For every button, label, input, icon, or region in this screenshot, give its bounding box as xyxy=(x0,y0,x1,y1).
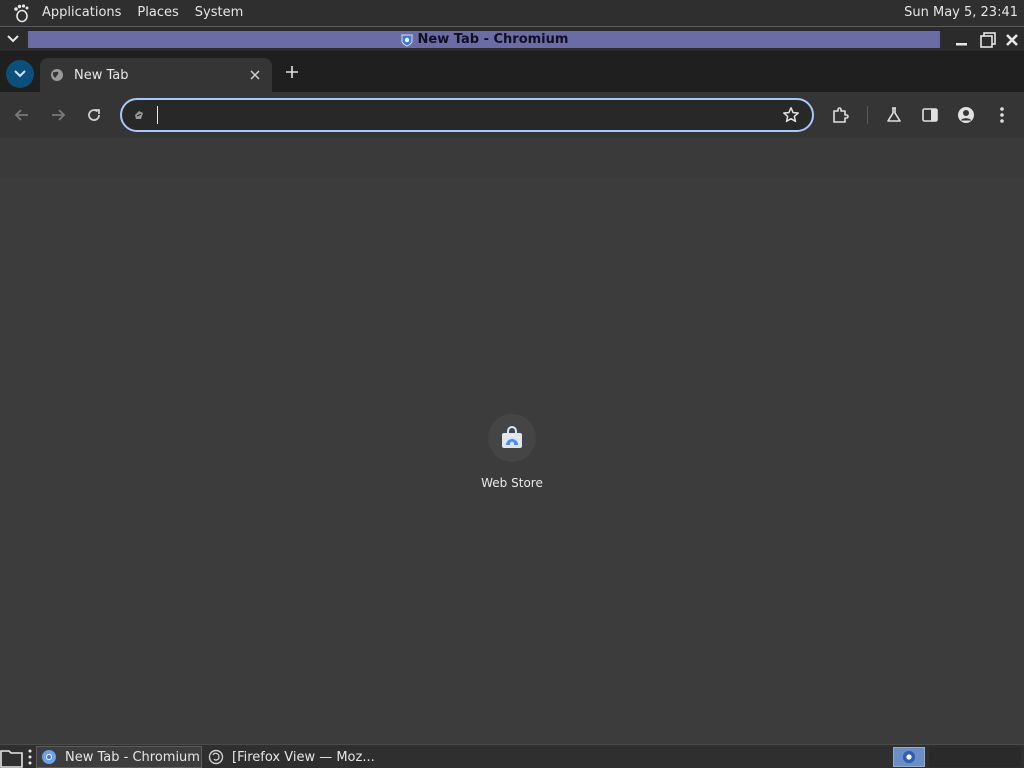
chromium-icon xyxy=(902,750,916,764)
minimize-icon xyxy=(956,43,967,46)
tab-label: New Tab xyxy=(74,67,129,83)
flask-icon xyxy=(887,107,901,122)
new-tab-button[interactable] xyxy=(282,62,302,82)
window-titlebar[interactable]: New Tab - Chromium xyxy=(0,26,1024,52)
system-menu[interactable]: System xyxy=(187,0,251,26)
gnome-foot-icon[interactable] xyxy=(8,0,34,26)
shortcut-label: Web Store xyxy=(481,476,543,490)
more-menu-button[interactable] xyxy=(991,104,1013,126)
plus-icon xyxy=(286,66,298,78)
minimize-button[interactable] xyxy=(950,29,972,51)
address-input[interactable] xyxy=(154,104,774,126)
forward-button[interactable] xyxy=(46,103,70,127)
arrow-right-icon xyxy=(52,109,66,121)
chevron-down-icon xyxy=(14,70,26,78)
close-icon xyxy=(1006,34,1018,46)
chromium-icon xyxy=(401,34,413,47)
desktop-screen: Applications Places System Sun May 5, 23… xyxy=(0,0,1024,768)
places-menu[interactable]: Places xyxy=(129,0,186,26)
task-label: New Tab - Chromium xyxy=(65,749,200,765)
content-top-band xyxy=(0,138,1024,178)
shortcut-tile[interactable] xyxy=(488,414,536,462)
address-bar[interactable] xyxy=(120,98,814,132)
chevron-down-icon xyxy=(7,35,19,43)
clock[interactable]: Sun May 5, 23:41 xyxy=(904,0,1018,26)
profile-button[interactable] xyxy=(955,104,977,126)
workspace-switcher-1[interactable] xyxy=(893,747,925,767)
new-tab-page: Web Store xyxy=(0,138,1024,744)
reload-button[interactable] xyxy=(82,103,106,127)
chromium-icon xyxy=(42,750,56,764)
side-panel-icon xyxy=(922,108,938,122)
search-engine-icon xyxy=(135,111,143,119)
tab-strip: New Tab xyxy=(0,52,1024,92)
tab-new-tab[interactable]: New Tab xyxy=(40,58,272,92)
applications-menu[interactable]: Applications xyxy=(34,0,129,26)
task-label: [Firefox View — Moz... xyxy=(232,749,375,765)
text-caret xyxy=(157,106,158,124)
tab-close-button[interactable] xyxy=(246,66,264,84)
taskbar-item-chromium[interactable]: New Tab - Chromium xyxy=(36,746,202,768)
globe-icon xyxy=(51,69,63,81)
firefox-icon xyxy=(208,749,224,765)
top-panel: Applications Places System Sun May 5, 23… xyxy=(0,0,1024,26)
arrow-left-icon xyxy=(14,109,28,121)
shortcut-web-store[interactable]: Web Store xyxy=(472,414,552,498)
bottom-panel: New Tab - Chromium [Firefox View — Moz..… xyxy=(0,744,1024,768)
profile-icon xyxy=(958,107,974,123)
window-title: New Tab - Chromium xyxy=(417,32,569,47)
close-window-button[interactable] xyxy=(1001,29,1023,51)
window-menu-button[interactable] xyxy=(2,29,24,49)
puzzle-icon xyxy=(833,107,849,123)
taskbar-item-firefox[interactable]: [Firefox View — Moz... xyxy=(204,746,384,768)
browser-toolbar xyxy=(0,92,1024,138)
show-desktop-button[interactable] xyxy=(0,746,24,768)
folder-icon xyxy=(0,750,23,768)
labs-button[interactable] xyxy=(883,104,905,126)
reload-icon xyxy=(88,109,100,121)
extensions-button[interactable] xyxy=(829,104,851,126)
web-store-icon xyxy=(502,426,522,448)
back-button[interactable] xyxy=(10,103,34,127)
grip-icon xyxy=(28,749,32,765)
toolbar-separator xyxy=(867,106,868,124)
maximize-icon xyxy=(980,32,996,48)
tab-search-button[interactable] xyxy=(6,60,34,88)
maximize-button[interactable] xyxy=(977,29,999,51)
side-panel-button[interactable] xyxy=(919,104,941,126)
window-title-area: New Tab - Chromium xyxy=(28,31,940,48)
close-icon xyxy=(250,70,260,80)
panel-handle[interactable] xyxy=(27,746,33,768)
more-vertical-icon xyxy=(1000,107,1004,123)
bookmark-star-icon xyxy=(783,107,799,123)
workspace-switcher-2[interactable] xyxy=(929,747,1021,767)
